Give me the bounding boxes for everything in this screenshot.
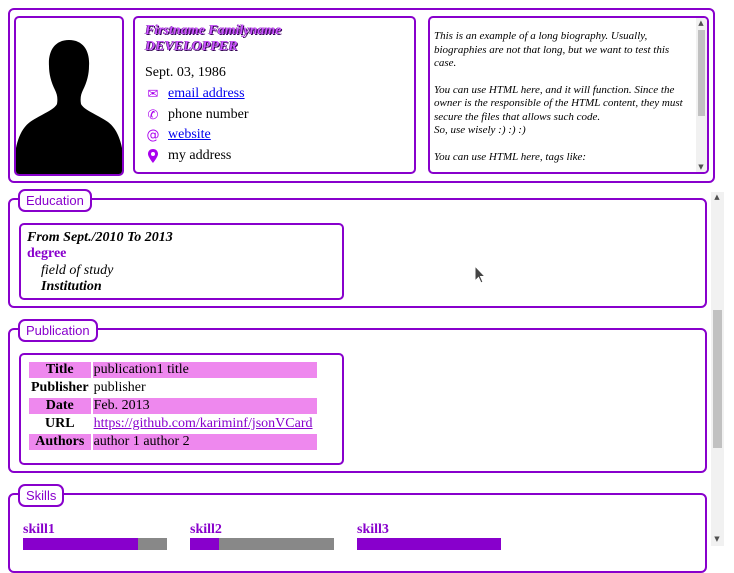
email-link[interactable]: email address (168, 86, 245, 101)
skill-name: skill3 (357, 522, 389, 537)
education-field: field of study (41, 263, 114, 278)
website-link[interactable]: website (168, 127, 211, 142)
identity-card: Firstname Familyname DEVELOPPER Sept. 03… (133, 16, 416, 174)
at-icon: @ (146, 128, 160, 143)
full-name: Firstname Familyname (145, 23, 282, 38)
skills-legend: Skills (18, 484, 65, 507)
envelope-icon: ✉ (147, 87, 159, 102)
skill-level-fill (190, 538, 219, 550)
row-label: URL (45, 416, 75, 431)
job-title: DEVELOPPER (145, 39, 238, 54)
bio-scroll-thumb[interactable] (698, 30, 705, 116)
row-value: Feb. 2013 (92, 398, 317, 414)
bio-paragraph: You can use HTML here, tags like: (434, 150, 587, 163)
biography-text: This is an example of a long biography. … (434, 30, 690, 172)
birthdate: Sept. 03, 1986 (145, 65, 226, 80)
education-institution: Institution (41, 279, 102, 294)
scroll-up-icon[interactable]: ▲ (712, 192, 722, 202)
skill-item: skill2 (190, 522, 334, 550)
phone-number: phone number (168, 107, 249, 122)
row-label: Publisher (31, 380, 89, 395)
table-row: Publisher publisher (29, 380, 317, 396)
skill-level-bar (357, 538, 501, 550)
education-period: From Sept./2010 To 2013 (27, 230, 173, 245)
scroll-down-icon[interactable]: ▼ (712, 534, 722, 544)
scroll-down-icon[interactable]: ▼ (696, 162, 706, 172)
row-label: Date (29, 398, 91, 414)
skill-level-fill (23, 538, 139, 550)
bio-scrollbar[interactable]: ▲ ▼ (696, 18, 707, 172)
skill-item: skill1 (23, 522, 167, 550)
publication-url-link[interactable]: https://github.com/kariminf/jsonVCard (94, 416, 313, 431)
education-legend: Education (18, 189, 92, 212)
location-pin-icon (145, 149, 161, 165)
bio-paragraph: So, use wisely :) :) :) (434, 124, 526, 136)
biography-panel[interactable]: This is an example of a long biography. … (428, 16, 709, 174)
education-section: Education From Sept./2010 To 2013 degree… (8, 189, 707, 308)
publication-section: Publication Title publication1 title Pub… (8, 319, 707, 473)
row-label: Title (29, 362, 91, 378)
phone-icon: ✆ (147, 108, 159, 123)
table-row: Authors author 1 author 2 (29, 434, 317, 450)
row-value: author 1 author 2 (92, 434, 317, 450)
skill-level-bar (190, 538, 334, 550)
table-row: Date Feb. 2013 (29, 398, 317, 414)
address: my address (168, 148, 232, 163)
skill-level-fill (357, 538, 501, 550)
scroll-up-icon[interactable]: ▲ (696, 18, 706, 28)
skill-name: skill2 (190, 522, 222, 537)
publication-table: Title publication1 title Publisher publi… (27, 360, 319, 452)
education-entry: From Sept./2010 To 2013 degree field of … (19, 223, 344, 300)
bio-paragraph: This is an example of a long biography. … (434, 30, 670, 69)
publication-entry: Title publication1 title Publisher publi… (19, 353, 344, 465)
education-degree: degree (27, 246, 67, 261)
mouse-pointer-icon (474, 264, 487, 289)
table-row: URL https://github.com/kariminf/jsonVCar… (29, 416, 317, 432)
skill-name: skill1 (23, 522, 55, 537)
skills-section: Skills skill1 skill2 skill3 (8, 484, 707, 573)
row-value: publication1 title (92, 362, 317, 378)
row-value: publisher (93, 380, 146, 395)
page-scrollbar[interactable]: ▲ ▼ (711, 192, 724, 546)
bio-paragraph: You can use HTML here, and it will funct… (434, 83, 683, 123)
publication-legend: Publication (18, 319, 98, 342)
profile-header: Firstname Familyname DEVELOPPER Sept. 03… (8, 8, 715, 183)
skill-level-bar (23, 538, 167, 550)
page-scroll-thumb[interactable] (713, 310, 722, 448)
table-row: Title publication1 title (29, 362, 317, 378)
skill-item: skill3 (357, 522, 501, 550)
row-label: Authors (29, 434, 91, 450)
row-value: https://github.com/kariminf/jsonVCard (93, 416, 317, 432)
profile-photo (14, 16, 124, 176)
